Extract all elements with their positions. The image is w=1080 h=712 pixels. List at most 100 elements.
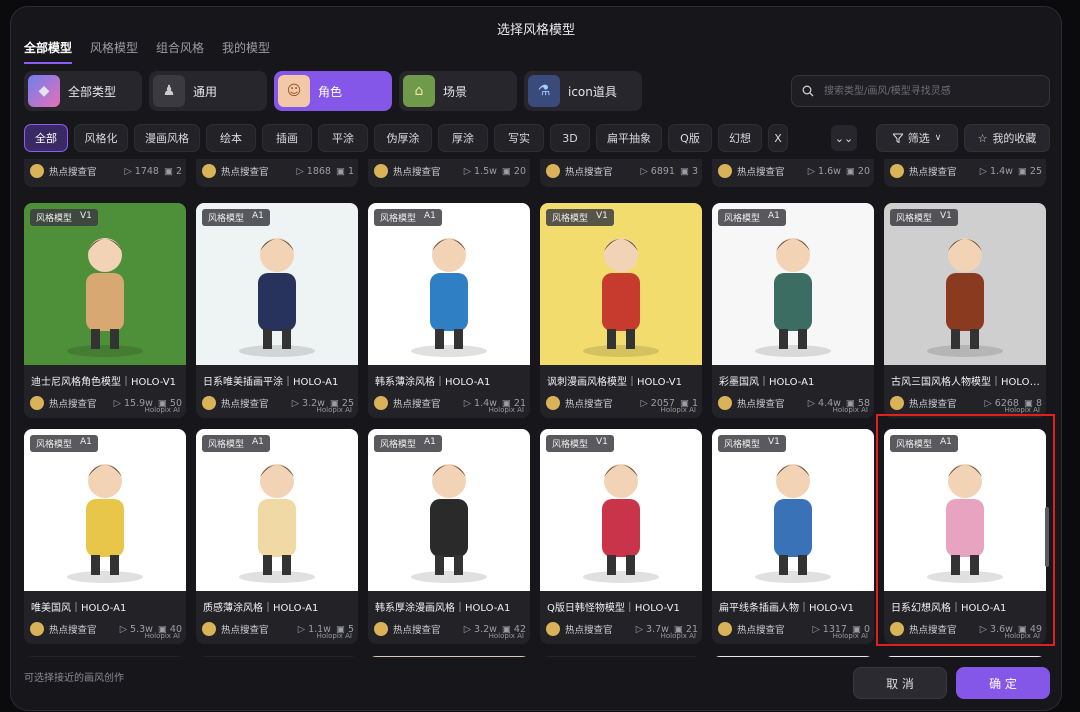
tag-flat-paint[interactable]: 平涂 <box>318 124 368 152</box>
uses-count: ▷ 15.9w <box>114 398 153 409</box>
uses-value: 15.9w <box>123 397 153 409</box>
badge-version: A1 <box>252 437 264 447</box>
model-card[interactable]: 风格模型 V1 Holopix AI 古风三国风格人物模型｜HOLO-V1 热点搜… <box>884 203 1046 418</box>
tag-all[interactable]: 全部 <box>24 124 68 152</box>
model-card[interactable]: 风格模型 A1 Holopix AI 日系唯美插画平涂｜HOLO-A1 热点搜查官… <box>196 203 358 418</box>
tab-style-models[interactable]: 风格模型 <box>90 39 138 64</box>
card-author: 热点搜查官 <box>737 399 785 410</box>
card-partial[interactable] <box>368 656 530 657</box>
category-character[interactable]: ☺ 角色 <box>274 71 392 111</box>
model-card[interactable]: 风格模型 A1 Holopix AI 韩系薄涂风格｜HOLO-A1 热点搜查官 ▷… <box>368 203 530 418</box>
tag-picture-book[interactable]: 绘本 <box>206 124 256 152</box>
model-type-badge: 风格模型 A1 <box>30 435 98 452</box>
filter-button[interactable]: 筛选 ∨ <box>876 124 958 152</box>
uses-count: ▷ 5.3w <box>120 624 153 635</box>
model-card[interactable]: 风格模型 A1 Holopix AI 唯美国风｜HOLO-A1 热点搜查官 ▷ 5.… <box>24 429 186 644</box>
card-author: 热点搜查官 <box>565 399 613 410</box>
model-card[interactable]: 风格模型 A1 Holopix AI 彩墨国风｜HOLO-A1 热点搜查官 ▷ 4.… <box>712 203 874 418</box>
badge-version: A1 <box>424 437 436 447</box>
category-scene[interactable]: ⌂ 场景 <box>399 71 517 111</box>
card-title: 韩系厚涂漫画风格｜HOLO-A1 <box>375 603 511 614</box>
card-thumbnail <box>24 203 186 365</box>
uses-count: ▷ 3.2w <box>464 624 497 635</box>
card-partial[interactable]: 热点搜查官 ▷ 1868 ▣ 1 <box>196 159 358 187</box>
avatar <box>890 396 904 410</box>
category-general[interactable]: ♟ 通用 <box>149 71 267 111</box>
image-count: ▣ 25 <box>1018 166 1042 177</box>
image-count: ▣ 2 <box>164 166 182 177</box>
image-count: ▣ 20 <box>846 166 870 177</box>
card-partial[interactable]: 热点搜查官 ▷ 1.5w ▣ 20 <box>368 159 530 187</box>
tab-all-models[interactable]: 全部模型 <box>24 39 73 64</box>
tag-realistic[interactable]: 写实 <box>494 124 544 152</box>
tab-my-models[interactable]: 我的模型 <box>222 39 270 64</box>
model-card[interactable]: 风格模型 A1 Holopix AI 质感薄涂风格｜HOLO-A1 热点搜查官 ▷… <box>196 429 358 644</box>
model-card[interactable]: 风格模型 V1 Holopix AI 迪士尼风格角色模型｜HOLO-V1 热点搜查… <box>24 203 186 418</box>
uses-value: 2057 <box>650 397 675 409</box>
card-partial[interactable] <box>24 656 186 657</box>
tag-illustration[interactable]: 插画 <box>262 124 312 152</box>
uses-count: ▷ 1868 <box>296 166 331 177</box>
model-card[interactable]: 风格模型 V1 Holopix AI 扁平线条插画人物｜HOLO-V1 热点搜查官… <box>712 429 874 644</box>
card-partial[interactable]: 热点搜查官 ▷ 1.4w ▣ 25 <box>884 159 1046 187</box>
badge-type: 风格模型 <box>36 214 73 224</box>
card-partial[interactable]: 热点搜查官 ▷ 1748 ▣ 2 <box>24 159 186 187</box>
card-partial[interactable] <box>712 656 874 657</box>
tag-3d[interactable]: 3D <box>550 124 590 152</box>
favorites-button[interactable]: ☆ 我的收藏 <box>964 124 1050 152</box>
search-input[interactable] <box>822 84 1036 98</box>
card-partial[interactable] <box>884 656 1046 657</box>
card-meta: 热点搜查官 ▷ 1748 ▣ 2 <box>30 164 182 178</box>
model-card[interactable]: 风格模型 A1 Holopix AI 韩系厚涂漫画风格｜HOLO-A1 热点搜查官… <box>368 429 530 644</box>
avatar <box>718 164 732 178</box>
model-type-badge: 风格模型 V1 <box>718 435 786 452</box>
expand-tags-button[interactable]: ⌄⌄ <box>831 125 857 151</box>
cancel-button[interactable]: 取 消 <box>853 667 947 699</box>
tag-flat-abstract[interactable]: 扁平抽象 <box>596 124 662 152</box>
image-icon: ▣ <box>851 623 861 635</box>
image-icon: ▣ <box>163 165 173 177</box>
image-count: ▣ 40 <box>158 624 182 635</box>
confirm-button[interactable]: 确 定 <box>956 667 1050 699</box>
uses-count: ▷ 1317 <box>812 624 847 635</box>
card-partial[interactable] <box>540 656 702 657</box>
model-card[interactable]: 风格模型 V1 Holopix AI Q版日韩怪物模型｜HOLO-V1 热点搜查官… <box>540 429 702 644</box>
tag-thick-paint[interactable]: 厚涂 <box>438 124 488 152</box>
tab-combo-styles[interactable]: 组合风格 <box>156 39 204 64</box>
tag-chibi[interactable]: Q版 <box>668 124 712 152</box>
card-title: 韩系薄涂风格｜HOLO-A1 <box>375 377 491 388</box>
image-icon: ▣ <box>335 165 345 177</box>
badge-version: V1 <box>80 211 92 221</box>
tag-fantasy[interactable]: 幻想 <box>718 124 762 152</box>
card-partial[interactable]: 热点搜查官 ▷ 6891 ▣ 3 <box>540 159 702 187</box>
character-illustration <box>411 238 487 357</box>
avatar <box>718 396 732 410</box>
card-thumbnail <box>196 203 358 365</box>
images-value: 42 <box>513 623 526 635</box>
model-card[interactable]: 风格模型 V1 Holopix AI 讽刺漫画风格模型｜HOLO-V1 热点搜查官… <box>540 203 702 418</box>
category-all-types[interactable]: ◆ 全部类型 <box>24 71 142 111</box>
avatar <box>202 622 216 636</box>
search-box[interactable] <box>791 75 1050 107</box>
image-icon: ▣ <box>845 397 855 409</box>
images-value: 0 <box>863 623 870 635</box>
dialog-title: 选择风格模型 <box>496 23 575 38</box>
uses-value: 1.1w <box>308 623 331 635</box>
card-thumbnail <box>540 429 702 591</box>
uses-value: 1748 <box>134 165 159 177</box>
tag-semi-thick[interactable]: 伪厚涂 <box>374 124 432 152</box>
shapes-icon: ◆ <box>28 75 60 107</box>
filter-icon <box>892 133 903 143</box>
image-count: ▣ 8 <box>1024 398 1042 409</box>
tag-comic[interactable]: 漫画风格 <box>134 124 200 152</box>
card-meta: 热点搜查官 ▷ 1868 ▣ 1 <box>202 164 354 178</box>
card-author: 热点搜查官 <box>393 399 441 410</box>
tag-more[interactable]: X <box>768 124 788 152</box>
image-icon: ▣ <box>1023 397 1033 409</box>
play-icon: ▷ <box>640 397 648 409</box>
card-partial[interactable]: 热点搜查官 ▷ 1.6w ▣ 20 <box>712 159 874 187</box>
badge-version: V1 <box>768 437 780 447</box>
card-partial[interactable] <box>197 656 359 657</box>
tag-stylized[interactable]: 风格化 <box>74 124 128 152</box>
category-icon-props[interactable]: ⚗ icon道具 <box>524 71 642 111</box>
